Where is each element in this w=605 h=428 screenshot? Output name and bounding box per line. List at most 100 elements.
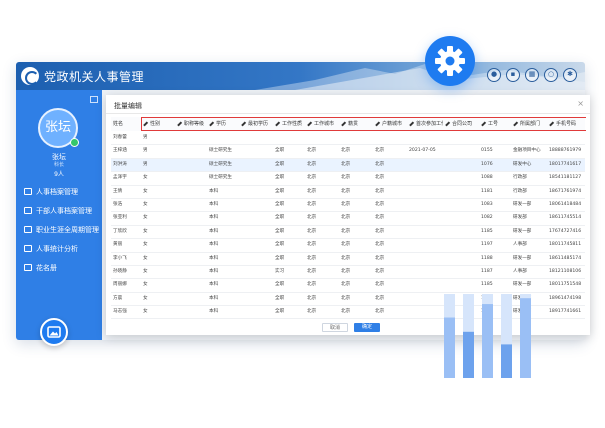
table-cell[interactable]: 人事部 [511,266,547,278]
table-cell[interactable]: 女 [141,226,175,238]
table-row[interactable]: 李小飞女本科 全职 北京 北京 北京 1188 研发一部 18611485174 [111,253,585,266]
table-cell[interactable]: 北京 [305,186,339,198]
table-cell[interactable] [239,199,273,211]
table-cell[interactable]: 马志强 [111,306,141,318]
table-cell[interactable]: 北京 [339,145,373,157]
table-cell[interactable] [407,293,443,305]
table-cell[interactable] [443,132,479,144]
table-cell[interactable]: 北京 [373,253,407,265]
table-cell[interactable]: 18888761979 [547,145,585,157]
table-cell[interactable]: 女 [141,293,175,305]
table-cell[interactable]: 女 [141,239,175,251]
table-cell[interactable]: 18017741617 [547,159,585,171]
table-cell[interactable]: 北京 [373,266,407,278]
table-cell[interactable]: 行政部 [511,186,547,198]
table-cell[interactable] [273,132,305,144]
table-cell[interactable] [407,306,443,318]
table-cell[interactable] [175,239,207,251]
table-cell[interactable] [407,239,443,251]
table-cell[interactable]: 北京 [339,266,373,278]
table-cell[interactable] [239,212,273,224]
table-cell[interactable]: 北京 [305,145,339,157]
table-cell[interactable] [239,186,273,198]
table-cell[interactable]: 本科 [207,226,239,238]
table-cell[interactable] [407,226,443,238]
table-cell[interactable] [407,159,443,171]
table-cell[interactable]: 北京 [339,293,373,305]
column-header[interactable]: 籍贯 [339,117,373,131]
table-cell[interactable]: 全职 [273,239,305,251]
table-cell[interactable]: 男 [141,159,175,171]
table-cell[interactable] [479,132,511,144]
table-cell[interactable]: 北京 [373,172,407,184]
table-cell[interactable] [175,266,207,278]
table-cell[interactable]: 北京 [339,226,373,238]
table-cell[interactable] [175,293,207,305]
sidebar-item-roster[interactable]: 花名册 [16,258,102,277]
table-cell[interactable]: 全职 [273,293,305,305]
table-cell[interactable] [443,145,479,157]
table-cell[interactable] [175,172,207,184]
table-cell[interactable]: 女 [141,266,175,278]
close-icon[interactable]: × [577,99,584,108]
table-cell[interactable]: 全职 [273,145,305,157]
user-icon[interactable]: ● [487,68,501,82]
table-cell[interactable]: 本科 [207,253,239,265]
table-cell[interactable]: 北京 [339,159,373,171]
table-cell[interactable] [407,266,443,278]
table-cell[interactable]: 1187 [479,266,511,278]
table-cell[interactable] [443,266,479,278]
column-header[interactable]: 手机号码 [547,117,585,131]
table-cell[interactable]: 1083 [479,199,511,211]
settings-icon[interactable]: ✱ [563,68,577,82]
table-cell[interactable]: 研发一部 [511,253,547,265]
table-cell[interactable]: 刘洪涛 [111,159,141,171]
column-header[interactable]: 性别 [141,117,175,131]
table-cell[interactable] [239,306,273,318]
table-cell[interactable] [175,132,207,144]
table-cell[interactable]: 行政部 [511,172,547,184]
table-cell[interactable]: 女 [141,212,175,224]
table-cell[interactable]: 全职 [273,199,305,211]
table-cell[interactable] [443,186,479,198]
table-cell[interactable]: 孟泽宇 [111,172,141,184]
table-cell[interactable]: 张亚利 [111,212,141,224]
table-cell[interactable]: 硕士研究生 [207,172,239,184]
table-cell[interactable] [239,172,273,184]
table-cell[interactable]: 本科 [207,186,239,198]
table-cell[interactable]: 孙晓静 [111,266,141,278]
table-cell[interactable] [407,199,443,211]
table-cell[interactable]: 女 [141,253,175,265]
column-header[interactable]: 首次参加工作 [407,117,443,131]
table-cell[interactable] [443,199,479,211]
table-cell[interactable] [239,239,273,251]
table-cell[interactable]: 全职 [273,212,305,224]
table-cell[interactable] [443,226,479,238]
table-cell[interactable]: 周丽娜 [111,279,141,291]
table-cell[interactable]: 女 [141,199,175,211]
cancel-button[interactable]: 取消 [322,323,348,332]
column-header[interactable]: 工号 [479,117,511,131]
table-cell[interactable]: 北京 [373,293,407,305]
table-cell[interactable] [407,186,443,198]
table-cell[interactable]: 硕士研究生 [207,145,239,157]
table-cell[interactable]: 硕士研究生 [207,159,239,171]
table-cell[interactable]: 北京 [373,306,407,318]
table-cell[interactable] [443,239,479,251]
table-row[interactable]: 王倩女本科 全职 北京 北京 北京 1181 行政部 18671761974 [111,186,585,199]
table-cell[interactable] [175,186,207,198]
table-cell[interactable] [175,226,207,238]
table-cell[interactable]: 北京 [339,306,373,318]
table-cell[interactable]: 北京 [373,239,407,251]
table-cell[interactable]: 18917741661 [547,306,585,318]
table-cell[interactable]: 北京 [305,239,339,251]
table-cell[interactable] [443,159,479,171]
table-cell[interactable]: 北京 [373,145,407,157]
table-cell[interactable] [407,172,443,184]
table-cell[interactable]: 北京 [339,172,373,184]
table-cell[interactable] [239,159,273,171]
table-cell[interactable] [239,132,273,144]
table-cell[interactable]: 18541181127 [547,172,585,184]
table-row[interactable]: 孙晓静女本科 实习 北京 北京 北京 1187 人事部 18121108106 [111,266,585,280]
table-cell[interactable]: 北京 [339,186,373,198]
